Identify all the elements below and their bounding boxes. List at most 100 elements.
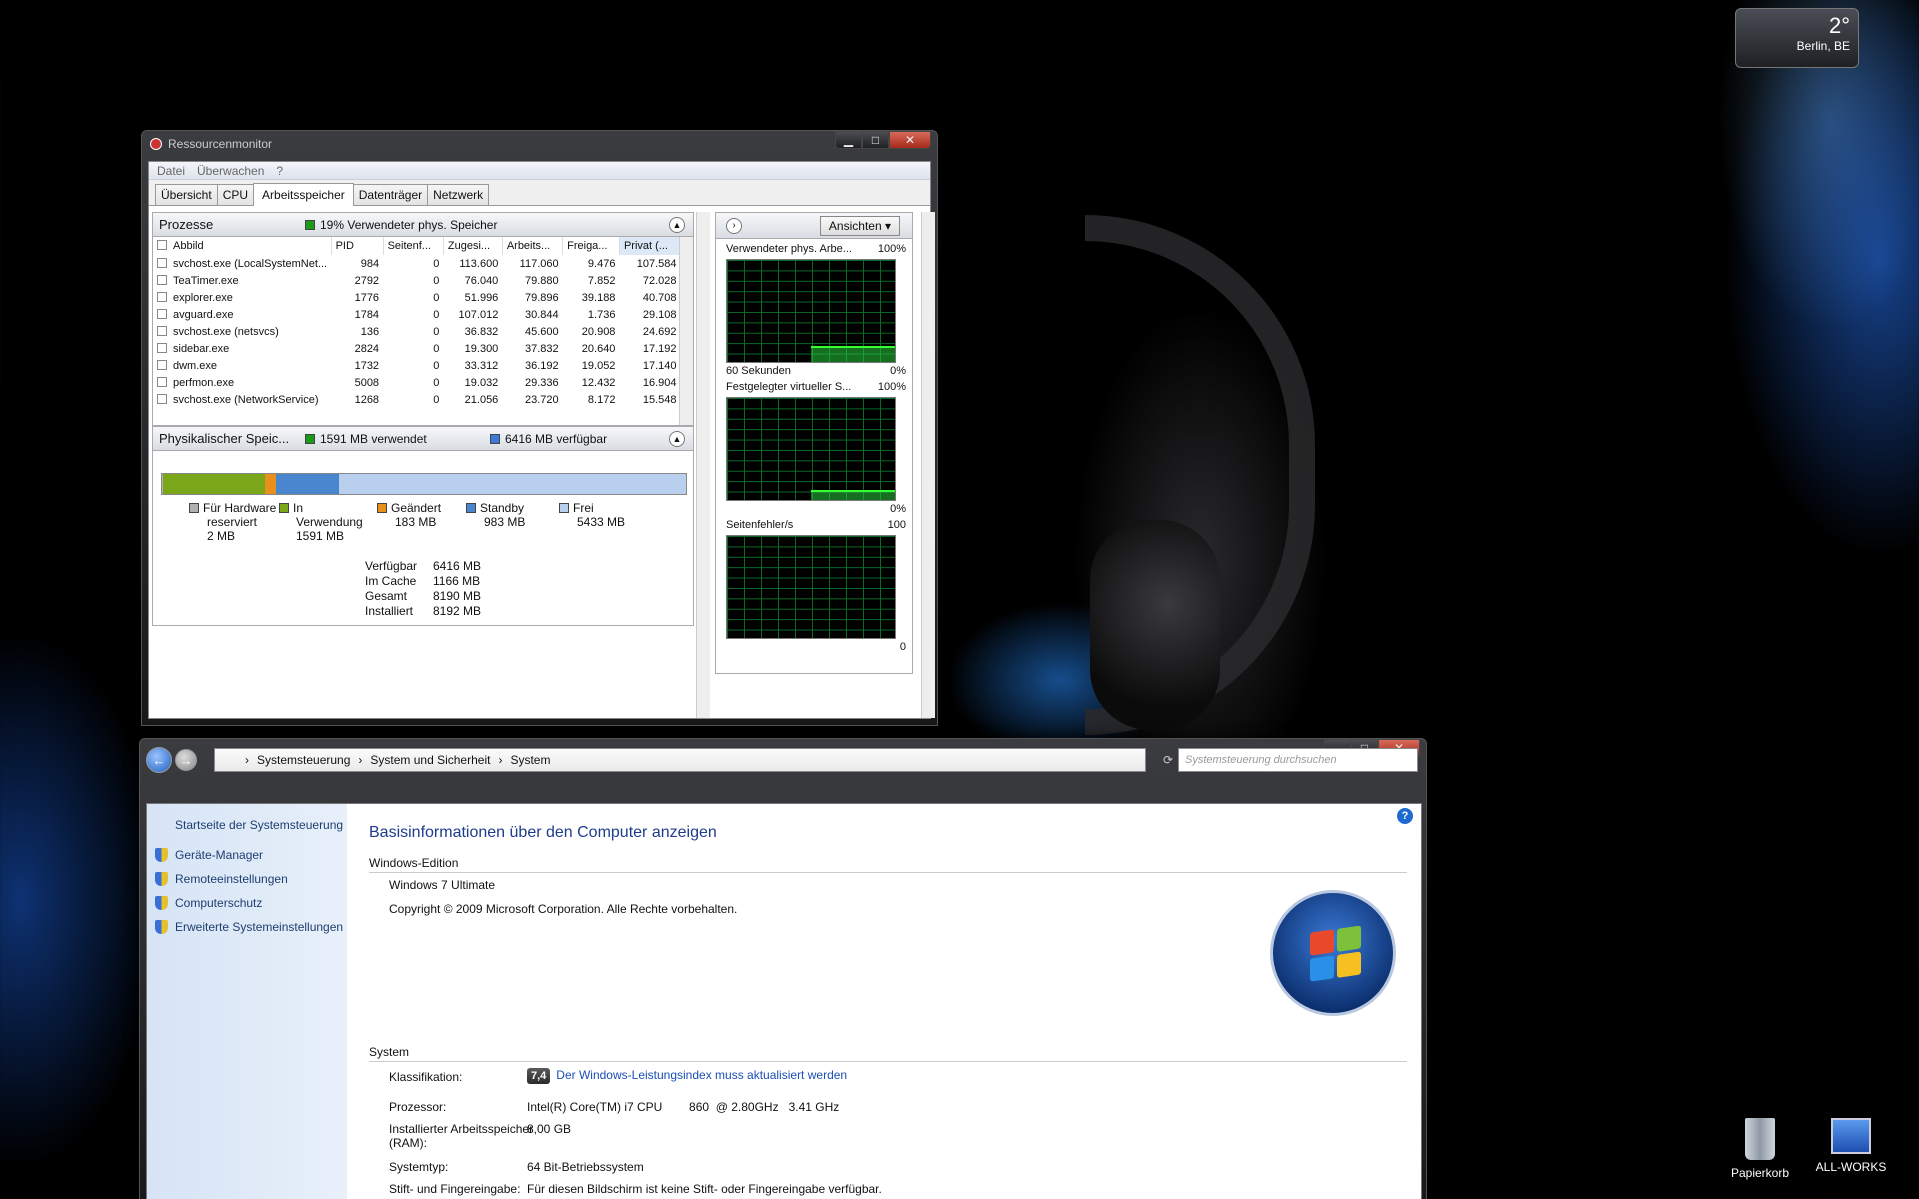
table-cell: 1784	[354, 308, 380, 321]
weather-temperature: 2°	[1828, 13, 1850, 38]
row-checkbox[interactable]	[157, 308, 167, 319]
refresh-icon[interactable]: ⟳	[1163, 753, 1173, 767]
col-abbild[interactable]: Abbild	[153, 237, 332, 255]
row-checkbox[interactable]	[157, 342, 167, 353]
col-pid[interactable]: PID	[331, 237, 384, 255]
menu-ueberwachen[interactable]: Überwachen	[197, 164, 264, 178]
table-cell: 33.312	[464, 359, 499, 372]
table-row[interactable]: svchost.exe (netsvcs) 136 0 36.832 45.600 20.…	[153, 323, 681, 340]
collapse-icon[interactable]: ▲	[669, 431, 685, 447]
table-row[interactable]: sidebar.exe 2824 0 19.300 37.832 20.640 17.192	[153, 340, 681, 357]
collapse-icon[interactable]: ▲	[669, 217, 685, 233]
table-row[interactable]: dwm.exe 1732 0 33.312 36.192 19.052 17.140	[153, 357, 681, 374]
table-row[interactable]: svchost.exe (NetworkService) 1268 0 21.056 2…	[153, 391, 681, 408]
graph-hard-faults	[726, 535, 896, 639]
tab-netzwerk[interactable]: Netzwerk	[427, 184, 490, 205]
forward-button[interactable]: →	[175, 749, 197, 771]
breadcrumb-sicherheit[interactable]: System und Sicherheit	[370, 753, 490, 767]
row-checkbox[interactable]	[157, 291, 167, 302]
table-cell: 117.060	[519, 257, 559, 270]
help-icon[interactable]: ?	[1397, 808, 1413, 824]
left-pane-scrollbar[interactable]	[696, 212, 710, 718]
resource-monitor-titlebar[interactable]: Ressourcenmonitor	[142, 131, 937, 157]
expand-pane-icon[interactable]: ›	[726, 218, 742, 234]
row-checkbox[interactable]	[157, 359, 167, 370]
recycle-bin-icon	[1745, 1118, 1775, 1160]
sidebar-item-remote[interactable]: Remoteeinstellungen	[155, 872, 288, 886]
col-freigabe[interactable]: Freiga...	[562, 237, 620, 255]
table-cell: 7.852	[587, 274, 616, 287]
table-cell: 5008	[354, 376, 380, 389]
row-checkbox[interactable]	[157, 376, 167, 387]
memory-stats: Verfügbar 6416 MB Im Cache 1166 MB Gesamt 8…	[365, 559, 482, 618]
physical-memory-header[interactable]: Physikalischer Speic... 1591 MB verwende…	[153, 427, 693, 451]
sidebar-item-advanced[interactable]: Erweiterte Systemeinstellungen	[155, 920, 343, 934]
used-swatch	[305, 433, 315, 444]
physical-memory-panel: Physikalischer Speic... 1591 MB verwende…	[152, 426, 694, 626]
col-seitenfehler[interactable]: Seitenf...	[383, 237, 444, 255]
table-cell: 39.188	[581, 291, 616, 304]
minimize-button[interactable]: ▁	[835, 131, 862, 149]
process-name-cell: dwm.exe	[153, 357, 331, 374]
close-button[interactable]: ✕	[889, 131, 931, 149]
sidebar-home-link[interactable]: Startseite der Systemsteuerung	[175, 818, 343, 832]
performance-index-badge[interactable]: 7,4	[527, 1068, 551, 1084]
table-cell: 29.108	[642, 308, 677, 321]
col-arbeitssatz[interactable]: Arbeits...	[502, 237, 564, 255]
processes-scrollbar[interactable]	[679, 237, 693, 425]
address-bar[interactable]: › Systemsteuerung › System und Sicherhei…	[214, 748, 1173, 772]
page-title: Basisinformationen über den Computer anz…	[369, 824, 717, 841]
table-cell: 40.708	[642, 291, 677, 304]
system-section-title: System	[369, 1045, 1407, 1062]
views-button[interactable]: Ansichten ▾	[819, 216, 900, 236]
tab-uebersicht[interactable]: Übersicht	[155, 184, 218, 205]
resmon-app-icon	[150, 138, 162, 150]
table-row[interactable]: explorer.exe 1776 0 51.996 79.896 39.188 40.70…	[153, 289, 681, 306]
sidebar-item-protection[interactable]: Computerschutz	[155, 896, 262, 910]
tab-cpu[interactable]: CPU	[216, 184, 255, 205]
breadcrumb-system[interactable]: System	[510, 753, 550, 767]
tab-arbeitsspeicher[interactable]: Arbeitsspeicher	[253, 183, 354, 206]
search-input[interactable]: Systemsteuerung durchsuchen	[1178, 748, 1418, 772]
breadcrumb-chevron-icon[interactable]: ›	[498, 753, 502, 767]
col-privat[interactable]: Privat (...	[619, 237, 682, 255]
table-cell: 15.548	[642, 393, 677, 406]
graph-pane-scrollbar[interactable]	[921, 212, 935, 718]
processes-header[interactable]: Prozesse 19% Verwendeter phys. Speicher …	[153, 213, 693, 237]
row-checkbox[interactable]	[157, 257, 167, 268]
table-cell: 19.052	[581, 359, 616, 372]
breadcrumb-chevron-icon[interactable]: ›	[245, 753, 249, 767]
desktop-icon-recycle-bin[interactable]: Papierkorb	[1715, 1118, 1805, 1180]
table-row[interactable]: TeaTimer.exe 2792 0 76.040 79.880 7.852 72.028	[153, 272, 681, 289]
select-all-checkbox[interactable]	[157, 240, 167, 250]
col-zugesichert[interactable]: Zugesi...	[443, 237, 503, 255]
table-cell: 12.432	[581, 376, 616, 389]
rating-link[interactable]: Der Windows-Leistungsindex muss aktualis…	[556, 1068, 847, 1082]
table-cell: 19.032	[464, 376, 499, 389]
back-button[interactable]: ←	[146, 747, 172, 773]
row-checkbox[interactable]	[157, 325, 167, 336]
physical-available: 6416 MB verfügbar	[505, 431, 608, 446]
maximize-button[interactable]: □	[862, 131, 889, 149]
breadcrumb-chevron-icon[interactable]: ›	[358, 753, 362, 767]
table-cell: 107.584	[636, 257, 677, 270]
desktop-icon-all-works[interactable]: ALL-WORKS	[1806, 1118, 1896, 1174]
breadcrumb-systemsteuerung[interactable]: Systemsteuerung	[257, 753, 350, 767]
table-row[interactable]: avguard.exe 1784 0 107.012 30.844 1.736 29.108	[153, 306, 681, 323]
row-checkbox[interactable]	[157, 393, 167, 404]
table-row[interactable]: svchost.exe (LocalSystemNet... 984 0 113.60…	[153, 255, 681, 272]
resource-monitor-window[interactable]: Ressourcenmonitor ▁ □ ✕ Datei Überwachen…	[141, 130, 938, 726]
network-computer-icon	[1831, 1118, 1871, 1154]
weather-gadget[interactable]: 2° Berlin, BE	[1735, 8, 1859, 68]
table-row[interactable]: perfmon.exe 5008 0 19.032 29.336 12.432 16.904	[153, 374, 681, 391]
row-checkbox[interactable]	[157, 274, 167, 285]
processes-panel: Prozesse 19% Verwendeter phys. Speicher …	[152, 212, 694, 426]
menu-help[interactable]: ?	[276, 164, 283, 178]
tab-datentraeger[interactable]: Datenträger	[352, 184, 429, 205]
menu-datei[interactable]: Datei	[157, 164, 185, 178]
table-cell: 0	[433, 342, 440, 355]
sidebar-item-device-manager[interactable]: Geräte-Manager	[155, 848, 263, 862]
graph-pane: › Ansichten ▾ Verwendeter phys. Arbe... 1…	[715, 212, 913, 674]
system-control-panel-window[interactable]: ▁ □ ✕ ← → › Systemsteuerung › System und…	[139, 738, 1427, 1199]
table-cell: 17.140	[642, 359, 677, 372]
